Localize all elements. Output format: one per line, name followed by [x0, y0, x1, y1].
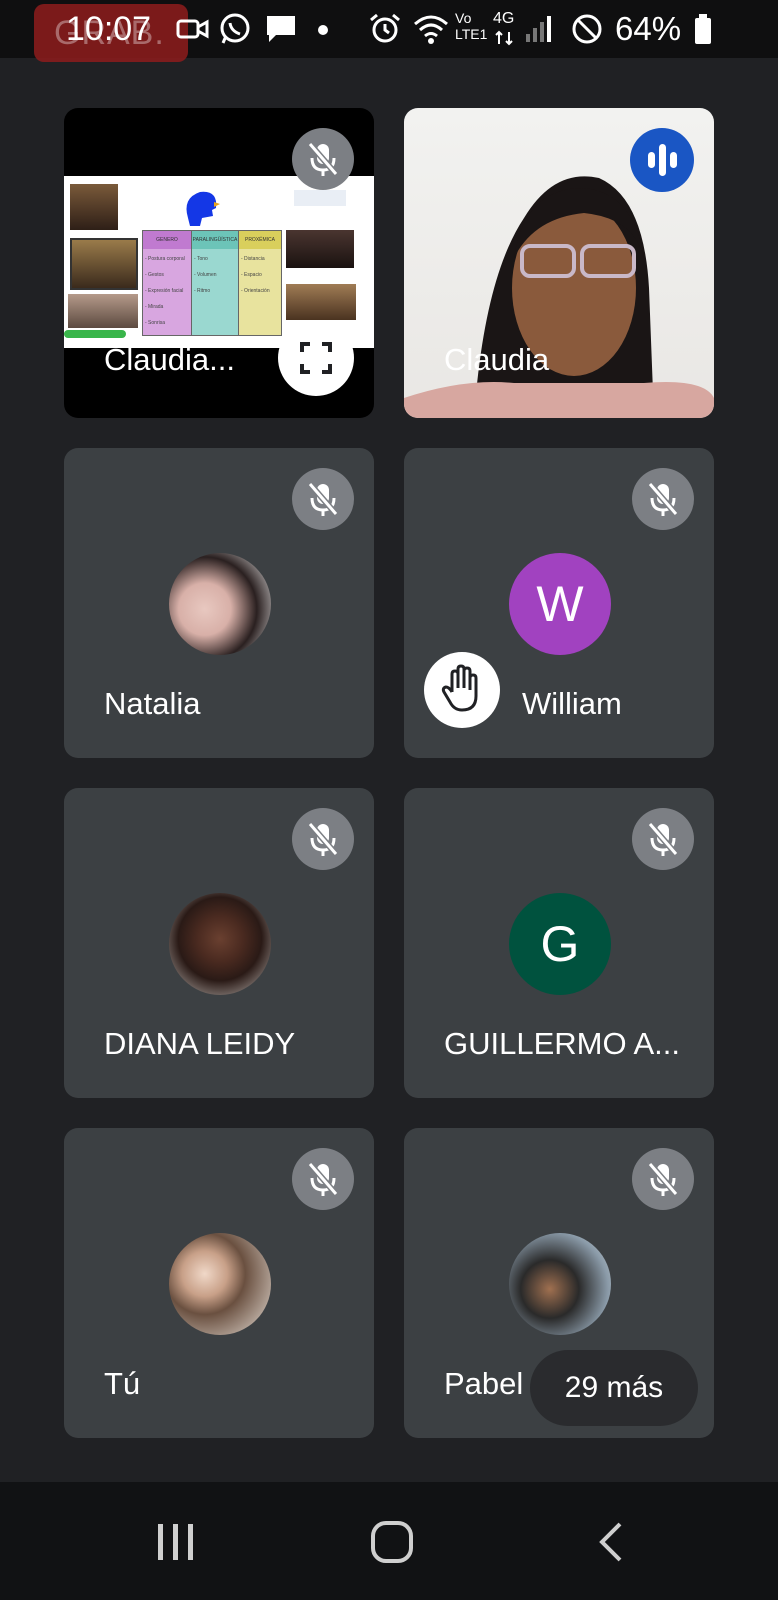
slide-photo — [70, 184, 118, 230]
participant-name: Claudia — [444, 342, 550, 377]
audio-level-icon — [648, 144, 677, 176]
mic-off-badge — [632, 468, 694, 530]
navigation-bar — [0, 1482, 778, 1600]
participant-name: Tú — [104, 1366, 141, 1401]
participant-name: Natalia — [104, 686, 201, 721]
avatar — [509, 1233, 611, 1335]
battery-icon — [695, 14, 711, 44]
volte-indicator: Vo LTE1 — [455, 10, 488, 42]
speaking-indicator — [630, 128, 694, 192]
participant-tile-diana[interactable]: DIANA LEIDY — [64, 788, 374, 1098]
data-arrows-icon — [495, 30, 513, 46]
participant-tile-presentation[interactable]: GENERO - Postura corporal - Gestos - Expre… — [64, 108, 374, 418]
participant-name: GUILLERMO A... — [444, 1026, 681, 1061]
network-4g: 4G — [493, 10, 515, 27]
slide-column-1: GENERO - Postura corporal - Gestos - Expre… — [142, 230, 192, 336]
mic-off-badge — [292, 128, 354, 190]
avatar — [169, 553, 271, 655]
recents-icon[interactable] — [156, 1522, 196, 1562]
do-not-disturb-icon — [572, 14, 602, 44]
participant-tile-self[interactable]: Tú — [64, 1128, 374, 1438]
mic-off-icon — [307, 482, 339, 516]
avatar — [169, 893, 271, 995]
mic-off-badge — [292, 808, 354, 870]
participant-name: DIANA LEIDY — [104, 1026, 296, 1061]
slide-logo — [294, 190, 346, 206]
mic-off-badge — [292, 1148, 354, 1210]
video-camera-icon — [176, 19, 209, 39]
slide-photo — [286, 284, 356, 320]
head-silhouette-icon — [186, 191, 220, 226]
alarm-icon — [370, 13, 400, 43]
slide-photo — [70, 238, 138, 290]
mic-off-icon — [307, 822, 339, 856]
slide-photo — [68, 294, 138, 328]
signal-icon — [526, 16, 551, 42]
raised-hand-icon — [441, 664, 478, 712]
participant-name: William — [522, 686, 622, 721]
mic-off-icon — [647, 482, 679, 516]
mic-off-icon — [307, 142, 339, 176]
avatar-letter: G — [509, 893, 611, 995]
mic-off-icon — [647, 1162, 679, 1196]
mic-off-badge — [632, 1148, 694, 1210]
clock: 10:07 — [66, 10, 152, 48]
participant-tile-claudia[interactable]: Claudia — [404, 108, 714, 418]
dot-icon — [318, 25, 328, 35]
slide-photo — [286, 230, 354, 268]
fullscreen-icon — [300, 342, 332, 374]
message-icon — [267, 16, 295, 42]
fullscreen-button[interactable] — [278, 320, 354, 396]
mic-off-icon — [307, 1162, 339, 1196]
raised-hand-badge — [424, 652, 500, 728]
mic-off-icon — [647, 822, 679, 856]
slide-strip — [64, 330, 126, 338]
mic-off-badge — [632, 808, 694, 870]
participant-tile-william[interactable]: W William — [404, 448, 714, 758]
participant-name: Pabel — [444, 1366, 524, 1401]
whatsapp-icon — [220, 13, 250, 44]
home-icon[interactable] — [370, 1520, 414, 1564]
mic-off-badge — [292, 468, 354, 530]
slide-column-3: PROXÉMICA - Distancia - Espacio - Orientac… — [238, 230, 282, 336]
participant-name: Claudia... — [104, 342, 235, 377]
back-icon[interactable] — [596, 1522, 626, 1562]
avatar — [169, 1233, 271, 1335]
participant-tile-guillermo[interactable]: G GUILLERMO A... — [404, 788, 714, 1098]
slide-column-2: PARALINGÜÍSTICA - Tono - Volumen - Ritmo — [191, 230, 239, 336]
wifi-icon — [414, 15, 448, 44]
participant-tile-natalia[interactable]: Natalia — [64, 448, 374, 758]
battery-percent: 64% — [615, 10, 682, 47]
more-participants-button[interactable]: 29 más — [530, 1350, 698, 1426]
avatar-letter: W — [509, 553, 611, 655]
status-bar: GRAB. 10:07 Vo LTE1 4G 64% — [0, 0, 778, 62]
